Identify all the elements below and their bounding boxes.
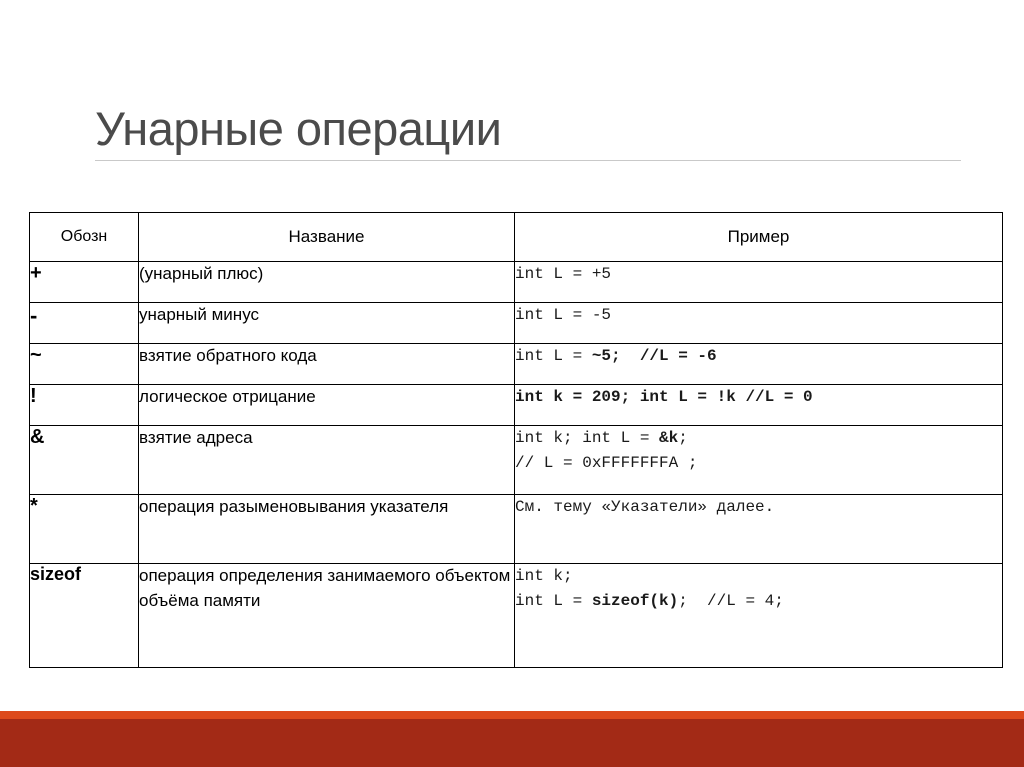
operator-name: взятие обратного кода bbox=[138, 343, 515, 385]
table-header-row: Обозн Название Пример bbox=[29, 212, 1003, 262]
table-row: - унарный минус int L = -5 bbox=[29, 302, 1003, 344]
operator-symbol: ~ bbox=[29, 343, 139, 385]
table-row: * операция разыменовывания указателя См.… bbox=[29, 494, 1003, 564]
example-text-plain: int L = bbox=[515, 591, 592, 610]
column-header-name: Название bbox=[138, 212, 515, 262]
example-line: См. тему «Указатели» далее. bbox=[515, 498, 775, 516]
column-header-symbol: Обозн bbox=[29, 212, 139, 262]
footer-accent-stripe bbox=[0, 711, 1024, 719]
operator-symbol: - bbox=[29, 302, 139, 344]
operator-name: логическое отрицание bbox=[138, 384, 515, 426]
example-text-plain: int k; int L = bbox=[515, 429, 660, 447]
operator-example: int k; int L = sizeof(k); //L = 4; bbox=[514, 563, 1003, 668]
table-row: & взятие адреса int k; int L = &k; // L =… bbox=[29, 425, 1003, 495]
unary-operations-table: Обозн Название Пример + (унарный плюс) i… bbox=[29, 212, 1003, 668]
page-title: Унарные операции bbox=[95, 102, 502, 155]
table-row: ! логическое отрицание int k = 209; int … bbox=[29, 384, 1003, 426]
example-line: // L = 0xFFFFFFFA ; bbox=[515, 453, 698, 472]
example-text-suffix: ; bbox=[678, 429, 688, 447]
operator-symbol: & bbox=[29, 425, 139, 495]
example-text-emphasis: &k bbox=[659, 429, 679, 447]
operator-example: См. тему «Указатели» далее. bbox=[514, 494, 1003, 564]
operator-name: (унарный плюс) bbox=[138, 261, 515, 303]
operator-name: унарный минус bbox=[138, 302, 515, 344]
operator-example: int k; int L = &k; // L = 0xFFFFFFFA ; bbox=[514, 425, 1003, 495]
slide-canvas: Унарные операции Обозн Название Пример +… bbox=[0, 0, 1024, 767]
example-text-emphasis: ~5; //L = -6 bbox=[591, 347, 717, 365]
example-line: int L = ~5; //L = -6 bbox=[515, 344, 1002, 369]
example-line: int k; bbox=[515, 567, 573, 585]
example-line: int L = sizeof(k); //L = 4; bbox=[515, 589, 1002, 614]
operator-symbol: sizeof bbox=[29, 563, 139, 668]
example-line: int L = +5 bbox=[515, 265, 612, 283]
operator-symbol: * bbox=[29, 494, 139, 564]
operator-name: операция разыменовывания указателя bbox=[138, 494, 515, 564]
operator-example: int k = 209; int L = !k //L = 0 bbox=[514, 384, 1003, 426]
operator-name: операция определения занимаемого объекто… bbox=[138, 563, 515, 668]
operator-symbol: ! bbox=[29, 384, 139, 426]
column-header-example: Пример bbox=[514, 212, 1003, 262]
title-divider bbox=[95, 159, 961, 161]
example-line: int k; int L = &k; bbox=[515, 426, 1002, 451]
title-block: Унарные операции bbox=[95, 104, 961, 161]
example-text-emphasis: sizeof(k) bbox=[591, 591, 679, 610]
table-row: + (унарный плюс) int L = +5 bbox=[29, 261, 1003, 303]
example-text-plain: int L = bbox=[515, 347, 592, 365]
operator-example: int L = +5 bbox=[514, 261, 1003, 303]
operator-example: int L = -5 bbox=[514, 302, 1003, 344]
footer-band bbox=[0, 719, 1024, 767]
operator-name: взятие адреса bbox=[138, 425, 515, 495]
example-line: int k = 209; int L = !k //L = 0 bbox=[515, 388, 813, 406]
example-line: int L = -5 bbox=[515, 306, 612, 324]
operator-example: int L = ~5; //L = -6 bbox=[514, 343, 1003, 385]
example-text-suffix: ; //L = 4; bbox=[678, 591, 784, 610]
operator-symbol: + bbox=[29, 261, 139, 303]
table-row: sizeof операция определения занимаемого … bbox=[29, 563, 1003, 668]
table-row: ~ взятие обратного кода int L = ~5; //L … bbox=[29, 343, 1003, 385]
